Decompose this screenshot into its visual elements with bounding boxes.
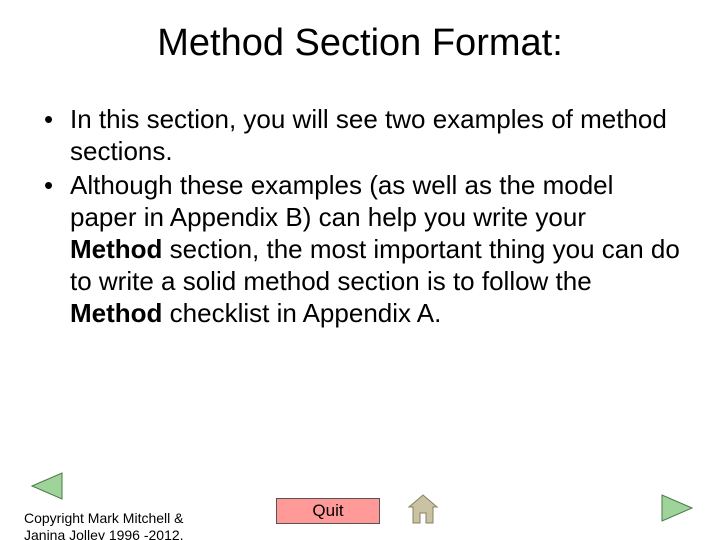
bullet-list: • In this section, you will see two exam… bbox=[44, 103, 680, 329]
back-arrow-icon[interactable] bbox=[30, 471, 64, 506]
quit-button[interactable]: Quit bbox=[276, 498, 380, 524]
list-item: • In this section, you will see two exam… bbox=[44, 103, 680, 167]
copyright-line-2: Janina Jolley 1996 -2012. bbox=[24, 527, 184, 540]
list-item: • Although these examples (as well as th… bbox=[44, 169, 680, 329]
copyright-text: Copyright Mark Mitchell & Janina Jolley … bbox=[24, 510, 184, 540]
slide-title: Method Section Format: bbox=[0, 22, 720, 65]
bullet-text: In this section, you will see two exampl… bbox=[70, 103, 680, 167]
bullet-dot: • bbox=[44, 169, 70, 201]
home-icon[interactable] bbox=[406, 493, 440, 530]
copyright-line-1: Copyright Mark Mitchell & bbox=[24, 510, 184, 526]
bullet-dot: • bbox=[44, 103, 70, 135]
forward-arrow-icon[interactable] bbox=[660, 493, 694, 528]
footer: Copyright Mark Mitchell & Janina Jolley … bbox=[0, 488, 720, 540]
bullet-text: Although these examples (as well as the … bbox=[70, 169, 680, 329]
